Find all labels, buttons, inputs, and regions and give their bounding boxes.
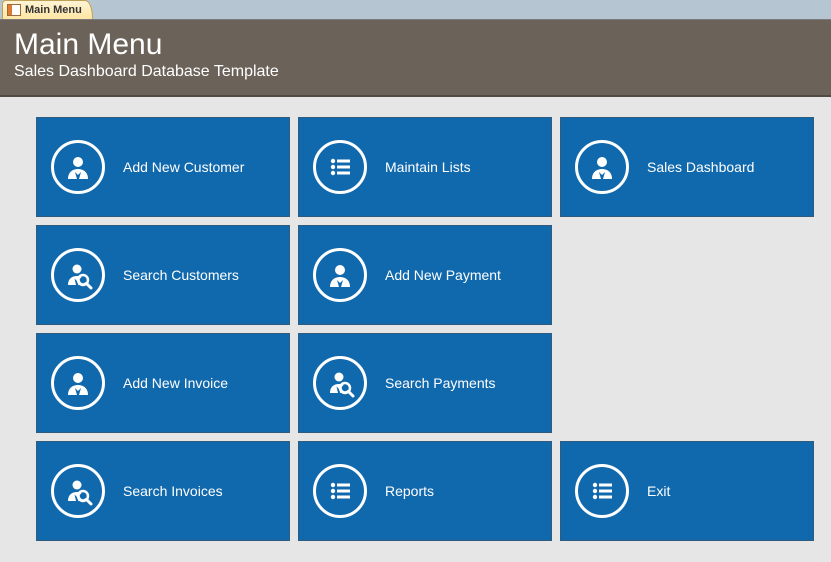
reports-tile[interactable]: Reports xyxy=(298,441,552,541)
person-search-icon xyxy=(51,464,105,518)
tab-label: Main Menu xyxy=(25,4,82,16)
search-invoices-tile[interactable]: Search Invoices xyxy=(36,441,290,541)
tile-label: Add New Customer xyxy=(123,159,244,175)
tile-label: Search Invoices xyxy=(123,483,223,499)
sales-dashboard-tile[interactable]: Sales Dashboard xyxy=(560,117,814,217)
page-title: Main Menu xyxy=(14,28,817,61)
person-icon xyxy=(313,248,367,302)
tile-label: Search Payments xyxy=(385,375,496,391)
tile-label: Maintain Lists xyxy=(385,159,471,175)
add-new-invoice-tile[interactable]: Add New Invoice xyxy=(36,333,290,433)
list-icon xyxy=(575,464,629,518)
person-search-icon xyxy=(51,248,105,302)
tab-main-menu[interactable]: Main Menu xyxy=(2,0,93,19)
person-icon xyxy=(51,356,105,410)
tile-label: Sales Dashboard xyxy=(647,159,754,175)
page-header: Main Menu Sales Dashboard Database Templ… xyxy=(0,20,831,97)
form-icon xyxy=(7,4,21,16)
tile-label: Search Customers xyxy=(123,267,239,283)
tab-bar: Main Menu xyxy=(0,0,831,20)
person-icon xyxy=(51,140,105,194)
list-icon xyxy=(313,140,367,194)
tile-label: Add New Invoice xyxy=(123,375,228,391)
tile-label: Exit xyxy=(647,483,670,499)
add-new-customer-tile[interactable]: Add New Customer xyxy=(36,117,290,217)
search-payments-tile[interactable]: Search Payments xyxy=(298,333,552,433)
add-new-payment-tile[interactable]: Add New Payment xyxy=(298,225,552,325)
list-icon xyxy=(313,464,367,518)
tile-label: Add New Payment xyxy=(385,267,501,283)
search-customers-tile[interactable]: Search Customers xyxy=(36,225,290,325)
content-area: Add New Customer Maintain Lists Sales Dash… xyxy=(0,97,831,561)
tile-grid: Add New Customer Maintain Lists Sales Dash… xyxy=(36,117,795,541)
person-search-icon xyxy=(313,356,367,410)
person-icon xyxy=(575,140,629,194)
exit-tile[interactable]: Exit xyxy=(560,441,814,541)
tile-label: Reports xyxy=(385,483,434,499)
page-subtitle: Sales Dashboard Database Template xyxy=(14,63,817,81)
maintain-lists-tile[interactable]: Maintain Lists xyxy=(298,117,552,217)
